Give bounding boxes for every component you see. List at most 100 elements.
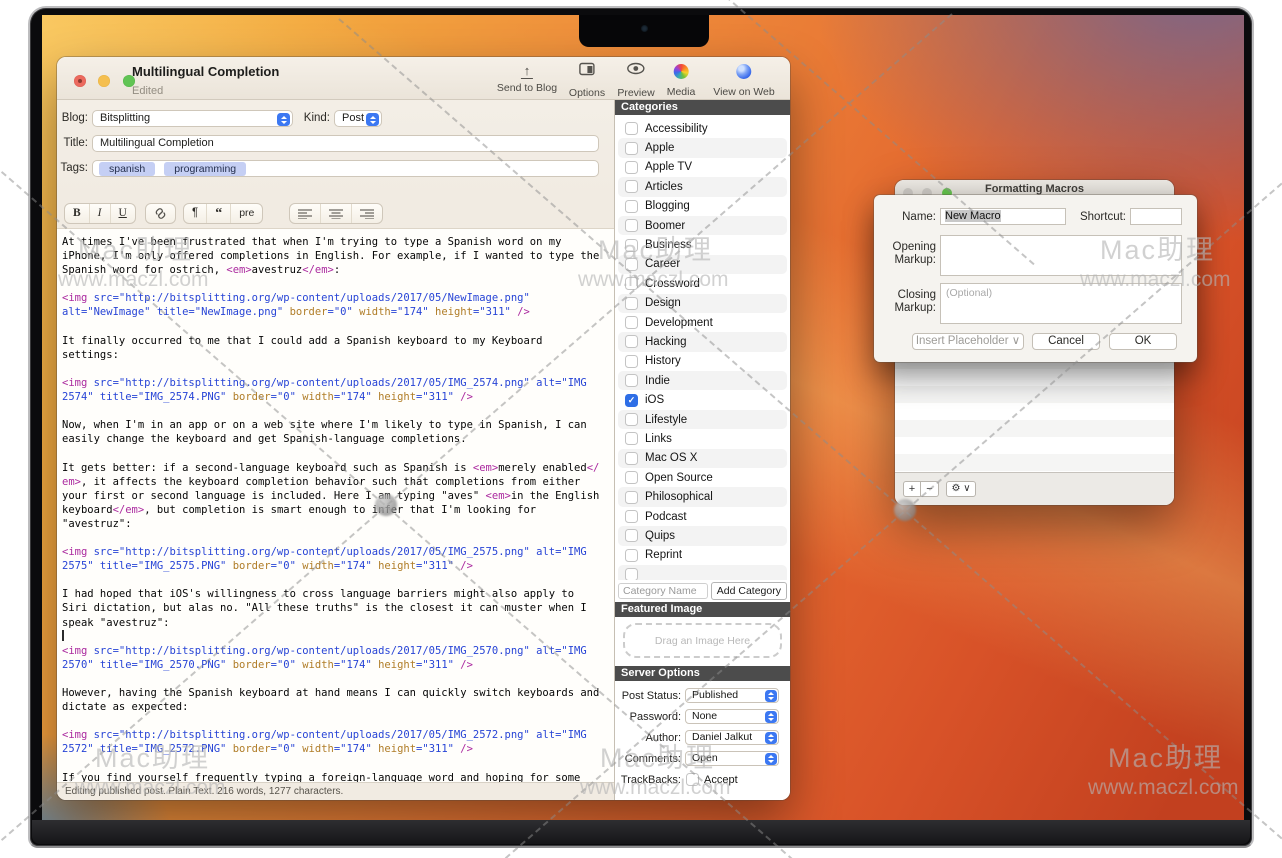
category-row[interactable]: Indie (618, 371, 787, 390)
checked-checkbox-icon[interactable]: ✓ (625, 394, 638, 407)
checkbox-icon[interactable] (625, 200, 638, 213)
category-row[interactable]: Design (618, 294, 787, 313)
minimize-button[interactable] (98, 75, 110, 87)
category-row[interactable]: Reprint (618, 546, 787, 565)
checkbox-icon[interactable] (625, 549, 638, 562)
category-row[interactable]: Accessibility (618, 119, 787, 138)
align-right-button[interactable] (351, 204, 382, 223)
category-row[interactable]: Career (618, 255, 787, 274)
checkbox-icon[interactable] (625, 374, 638, 387)
category-row[interactable]: Development (618, 313, 787, 332)
checkbox-icon[interactable] (625, 432, 638, 445)
media-button[interactable]: Media (667, 62, 696, 98)
checkbox-icon[interactable] (625, 142, 638, 155)
category-label: Podcast (645, 511, 687, 523)
bold-button[interactable]: B (65, 204, 89, 223)
server-option-row: Post Status:Published (615, 685, 790, 706)
category-row[interactable]: Blogging (618, 197, 787, 216)
checkbox-icon[interactable] (625, 510, 638, 523)
align-left-button[interactable] (290, 204, 320, 223)
checkbox-icon[interactable] (625, 239, 638, 252)
category-row[interactable]: Apple (618, 138, 787, 157)
underline-button[interactable]: U (110, 204, 135, 223)
category-row[interactable]: History (618, 352, 787, 371)
category-row[interactable]: Open Source (618, 468, 787, 487)
insert-placeholder-dropdown[interactable]: Insert Placeholder ∨ (912, 333, 1024, 350)
italic-button[interactable]: I (89, 204, 110, 223)
category-label: Business (645, 239, 692, 251)
checkbox-icon[interactable] (625, 180, 638, 193)
category-label: Crossword (645, 278, 700, 290)
checkbox-icon[interactable] (625, 452, 638, 465)
checkbox-icon[interactable] (625, 471, 638, 484)
window-titlebar: Multilingual Completion Edited ↑ Send to… (57, 57, 790, 100)
cancel-button[interactable]: Cancel (1032, 333, 1100, 350)
category-row[interactable]: Articles (618, 177, 787, 196)
checkbox-icon[interactable] (625, 219, 638, 232)
checkbox-icon[interactable] (686, 773, 699, 786)
add-macro-button[interactable]: + (903, 481, 921, 497)
checkbox-icon[interactable] (625, 277, 638, 290)
category-row[interactable] (618, 565, 787, 580)
options-button[interactable]: Options (569, 62, 605, 99)
checkbox-icon[interactable] (625, 335, 638, 348)
server-option-popup[interactable]: Published (685, 688, 779, 703)
image-drop-target[interactable]: Drag an Image Here (623, 623, 782, 658)
trackbacks-label: TrackBacks: (615, 774, 681, 786)
category-row[interactable]: Crossword (618, 274, 787, 293)
checkbox-icon[interactable] (625, 568, 638, 580)
preview-button[interactable]: Preview (617, 62, 654, 99)
media-flower-icon (673, 64, 688, 79)
category-row[interactable]: Business (618, 235, 787, 254)
tag-pill[interactable]: programming (164, 162, 246, 176)
opening-markup-textarea[interactable] (940, 235, 1182, 276)
title-input[interactable]: Multilingual Completion (92, 135, 599, 152)
server-option-popup[interactable]: Open (685, 751, 779, 766)
ok-button[interactable]: OK (1109, 333, 1177, 350)
gear-menu-button[interactable]: ⚙ ∨ (946, 481, 976, 497)
category-row[interactable]: Philosophical (618, 487, 787, 506)
checkbox-icon[interactable] (625, 297, 638, 310)
checkbox-icon[interactable] (625, 316, 638, 329)
checkbox-icon[interactable] (625, 491, 638, 504)
category-row[interactable]: Boomer (618, 216, 787, 235)
blockquote-button[interactable]: “ (206, 204, 230, 223)
checkbox-icon[interactable] (625, 355, 638, 368)
close-button[interactable] (74, 75, 86, 87)
blog-popup[interactable]: Bitsplitting (92, 110, 293, 127)
checkbox-icon[interactable] (625, 529, 638, 542)
category-row[interactable]: Mac OS X (618, 449, 787, 468)
tags-input[interactable]: spanish programming (92, 160, 599, 177)
view-on-web-button[interactable]: View on Web (713, 62, 774, 98)
paragraph-button[interactable]: ¶ (184, 204, 206, 223)
category-row[interactable]: Hacking (618, 332, 787, 351)
checkbox-icon[interactable] (625, 161, 638, 174)
category-row[interactable]: Podcast (618, 507, 787, 526)
kind-popup[interactable]: Post (334, 110, 382, 127)
pre-button[interactable]: pre (230, 204, 262, 223)
checkbox-icon[interactable] (625, 122, 638, 135)
categories-list[interactable]: AccessibilityAppleApple TVArticlesBloggi… (615, 115, 790, 580)
server-option-row: Password:None (615, 706, 790, 727)
macro-shortcut-input[interactable] (1130, 208, 1182, 225)
category-row[interactable]: Lifestyle (618, 410, 787, 429)
category-row[interactable]: Links (618, 429, 787, 448)
align-center-button[interactable] (320, 204, 351, 223)
server-option-popup[interactable]: None (685, 709, 779, 724)
checkbox-icon[interactable] (625, 258, 638, 271)
link-button[interactable] (146, 204, 175, 223)
body-line: <img src="http://bitsplitting.org/wp-con… (62, 728, 610, 742)
checkbox-icon[interactable] (625, 413, 638, 426)
server-option-popup[interactable]: Daniel Jalkut (685, 730, 779, 745)
category-row[interactable]: Apple TV (618, 158, 787, 177)
send-to-blog-button[interactable]: ↑ Send to Blog (497, 62, 557, 94)
macro-name-input[interactable]: New Macro (940, 208, 1066, 225)
category-name-input[interactable]: Category Name (618, 583, 708, 599)
tag-pill[interactable]: spanish (99, 162, 155, 176)
editor-body[interactable]: At times I've been frustrated that when … (57, 229, 614, 782)
closing-markup-textarea[interactable]: (Optional) (940, 283, 1182, 324)
category-row[interactable]: Quips (618, 526, 787, 545)
category-row[interactable]: ✓iOS (618, 390, 787, 409)
add-category-button[interactable]: Add Category (711, 582, 787, 600)
remove-macro-button[interactable]: − (921, 481, 939, 497)
